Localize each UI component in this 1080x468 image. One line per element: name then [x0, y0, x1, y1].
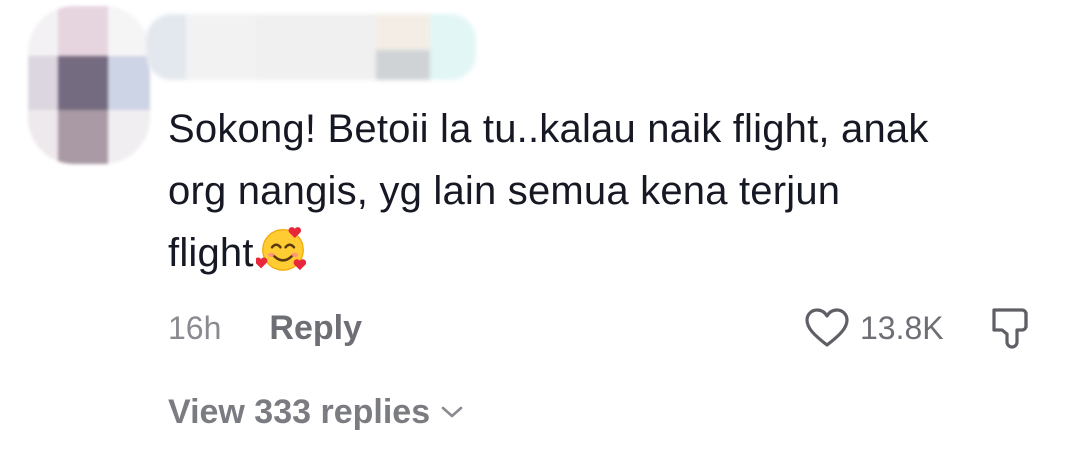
view-replies-label: View 333 replies [168, 392, 431, 431]
comment-item: Sokong! Betoii la tu..kalau naik flight,… [0, 0, 1080, 468]
username[interactable] [146, 14, 476, 80]
comment-text-fragment: flight [168, 231, 254, 275]
timestamp: 16h [168, 309, 222, 346]
chevron-down-icon [441, 406, 463, 418]
thumbs-down-icon[interactable] [988, 304, 1038, 352]
comment-text-line: org nangis, yg lain semua kena terjun [168, 169, 841, 213]
comment-text: Sokong! Betoii la tu..kalau naik flight,… [168, 98, 1068, 284]
comment-text-line: flight [168, 222, 1068, 284]
like-button[interactable]: 13.8K [804, 304, 944, 352]
view-replies-button[interactable]: View 333 replies [168, 388, 464, 436]
heart-icon[interactable] [804, 307, 850, 349]
like-count: 13.8K [860, 309, 944, 346]
comment-actions: 16h Reply 13.8K [168, 304, 1048, 352]
smiling-face-with-hearts-icon [255, 227, 306, 271]
comment-text-line: Sokong! Betoii la tu..kalau naik flight,… [168, 107, 929, 151]
avatar[interactable] [28, 6, 150, 164]
reply-button[interactable]: Reply [269, 309, 362, 348]
